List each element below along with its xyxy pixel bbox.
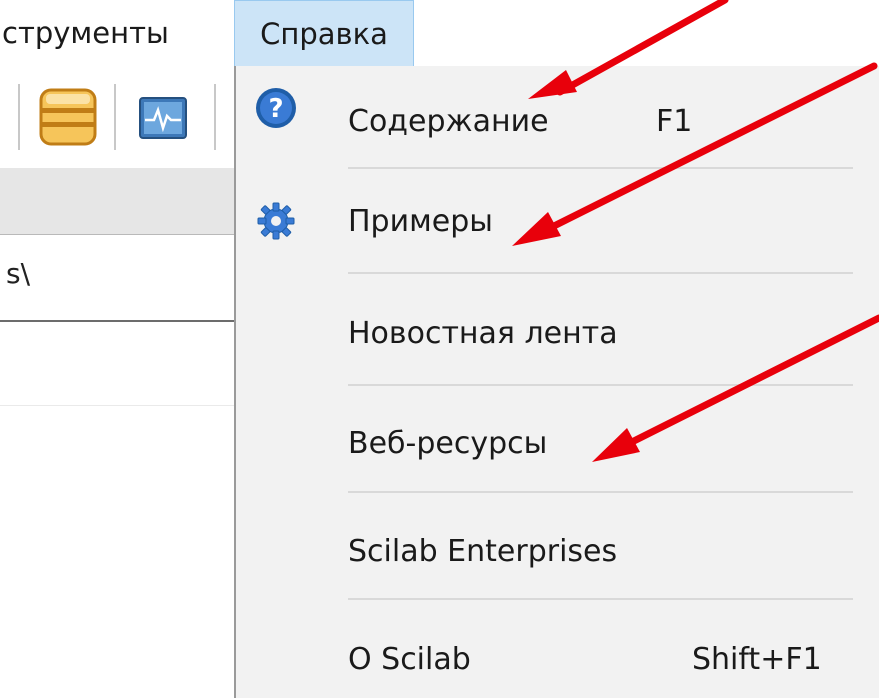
menu-separator [348,598,853,600]
file-browser-header [0,168,234,234]
menu-separator [348,167,853,169]
menu-separator [348,272,853,274]
path-text: s\ [6,257,31,290]
menu-item-contents[interactable]: Содержание F1 [318,76,879,166]
gear-icon [256,201,296,245]
toolbar-separator [214,84,216,150]
menu-icon-column [236,66,318,698]
menu-item-label: Веб-ресурсы [348,425,548,461]
menu-item-label: O Scilab [348,641,471,677]
menu-item-shortcut: Shift+F1 [692,641,822,677]
menu-item-label: Новостная лента [348,315,618,351]
console-icon[interactable] [138,96,188,144]
menu-item-news-feed[interactable]: Новостная лента [318,288,879,378]
menu-separator [348,491,853,493]
archive-icon[interactable] [38,86,98,152]
svg-text:?: ? [268,94,283,124]
help-dropdown-menu: ? Содержание F1 Примеры Новостная лента … [234,66,879,698]
menu-item-shortcut: F1 [656,103,693,139]
menu-item-label: Scilab Enterprises [348,533,618,569]
menu-item-about-scilab[interactable]: O Scilab Shift+F1 [318,614,879,698]
menu-help[interactable]: Справка [234,0,414,66]
menu-item-scilab-enterprises[interactable]: Scilab Enterprises [318,506,879,596]
menu-tools[interactable]: струменты [0,0,169,66]
menu-separator [348,384,853,386]
menu-item-label: Содержание [348,103,549,139]
menu-item-label: Примеры [348,203,493,239]
pane-divider [0,405,234,406]
toolbar-separator [114,84,116,150]
help-circle-icon: ? [254,86,298,134]
menu-item-web-resources[interactable]: Веб-ресурсы [318,398,879,488]
path-field[interactable]: s\ [0,234,234,322]
toolbar-separator [18,84,20,150]
menu-item-examples[interactable]: Примеры [318,176,879,266]
menu-bar: струменты Справка [0,0,879,66]
toolbar [0,66,234,168]
